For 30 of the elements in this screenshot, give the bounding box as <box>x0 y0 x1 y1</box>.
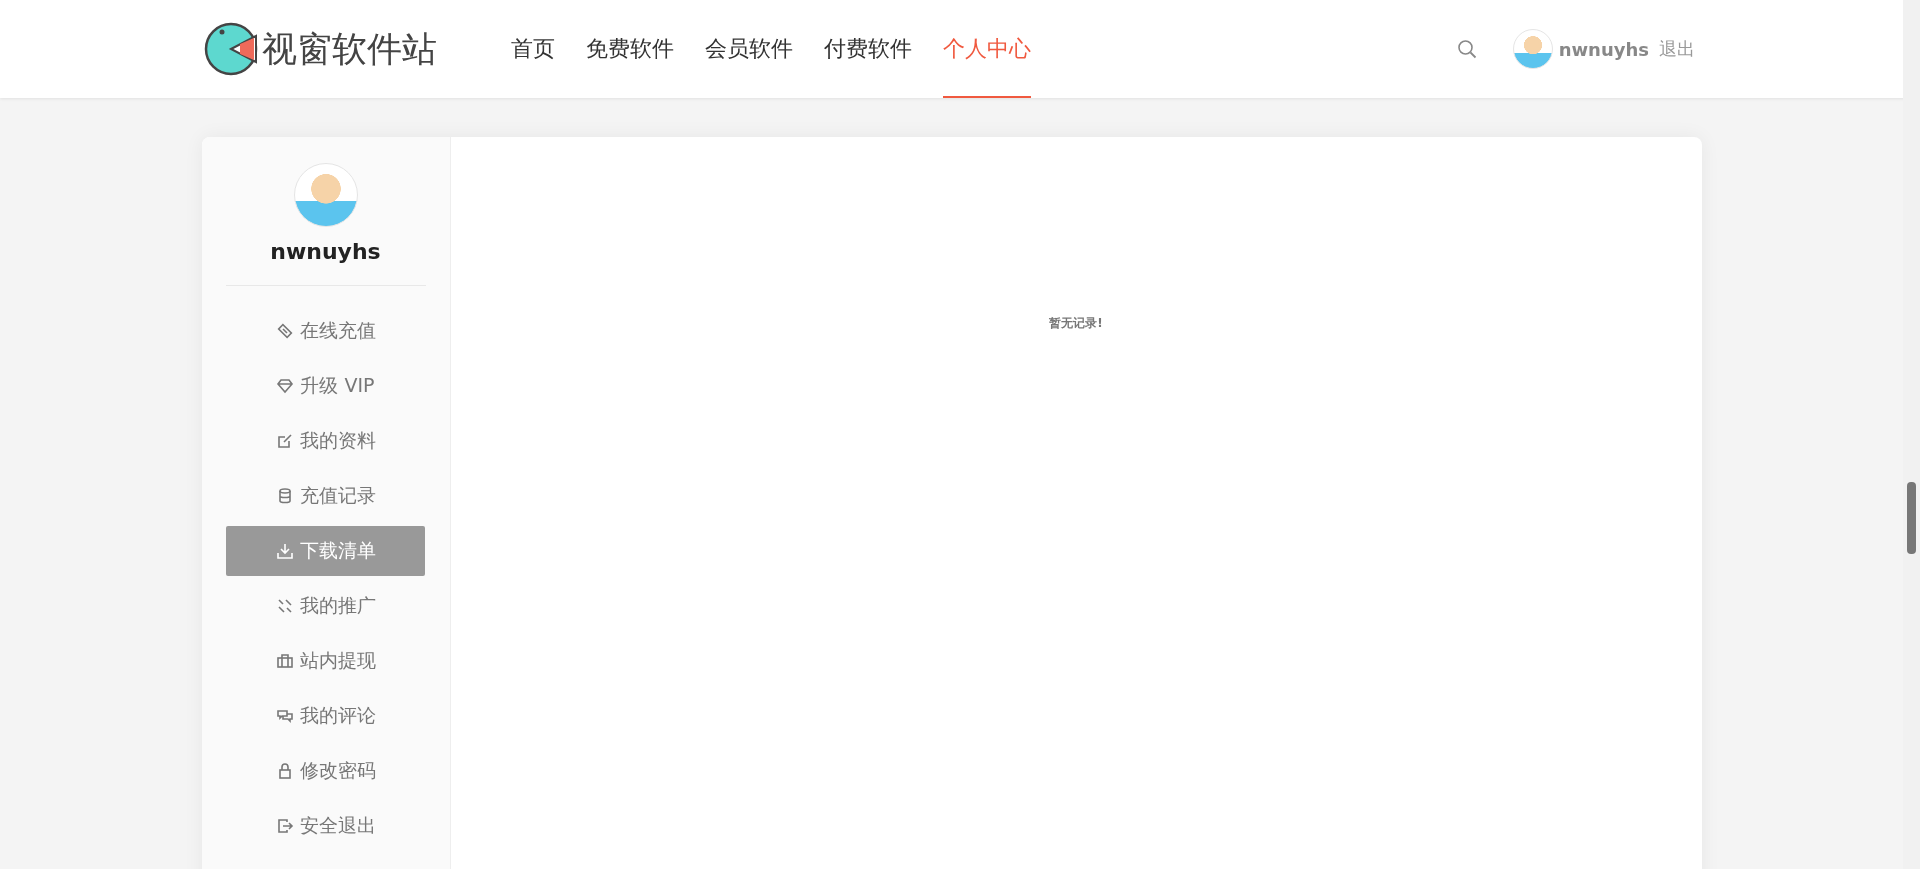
sidebar-item[interactable]: 站内提现 <box>226 636 425 686</box>
empty-message: 暂无记录! <box>1049 315 1103 332</box>
ticket-icon <box>275 322 294 340</box>
sidebar-item[interactable]: 修改密码 <box>226 746 425 796</box>
logo-text[interactable]: 视窗软件站 <box>262 25 437 73</box>
download-icon <box>275 542 294 560</box>
avatar[interactable] <box>1512 29 1553 69</box>
edit-icon <box>275 432 294 450</box>
nav-link[interactable]: 免费软件 <box>586 0 674 98</box>
nav-link[interactable]: 首页 <box>511 0 555 98</box>
sidebar-item[interactable]: 充值记录 <box>226 471 425 521</box>
briefcase-icon <box>275 652 294 670</box>
sidebar-item[interactable]: 下载清单 <box>226 526 425 576</box>
nav-link[interactable]: 付费软件 <box>824 0 912 98</box>
nav-link[interactable]: 个人中心 <box>943 0 1031 98</box>
search-icon[interactable] <box>1456 39 1477 59</box>
logout-link[interactable]: 退出 <box>1659 37 1695 61</box>
sidebar-item[interactable]: 我的评论 <box>226 691 425 741</box>
diamond-icon <box>276 377 295 395</box>
sidebar-item[interactable]: 我的资料 <box>226 416 425 466</box>
sidebar-item[interactable]: 升级 VIP <box>226 361 425 411</box>
username[interactable]: nwnuyhs <box>1558 38 1649 60</box>
sidebar-item[interactable]: 在线充值 <box>226 306 425 356</box>
comments-icon <box>275 707 294 725</box>
username: nwnuyhs <box>270 239 381 264</box>
logo-icon <box>204 22 258 76</box>
sidebar-item[interactable]: 我的推广 <box>226 581 425 631</box>
nav-link[interactable]: 会员软件 <box>705 0 793 98</box>
sidebar-item[interactable]: 安全退出 <box>226 801 425 851</box>
sign-out-icon <box>275 817 294 835</box>
